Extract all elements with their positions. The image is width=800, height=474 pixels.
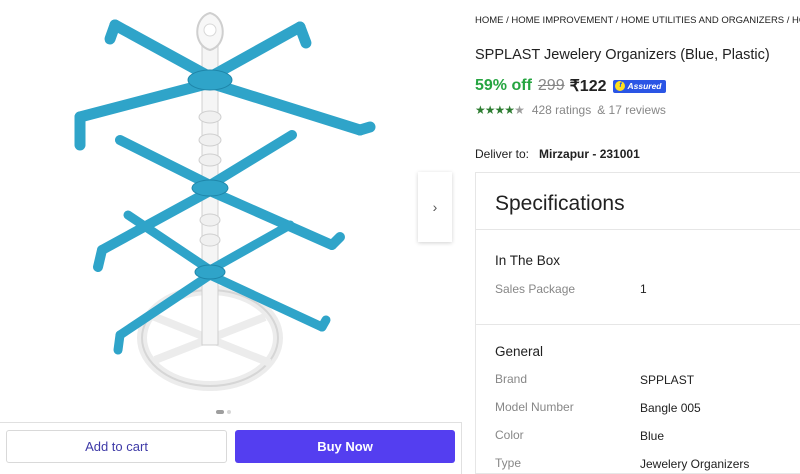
- spec-key: Type: [495, 456, 522, 470]
- spec-key: Model Number: [495, 400, 574, 414]
- delivery-location: Mirzapur - 231001: [539, 147, 640, 161]
- rating-row[interactable]: ★★★★★ 428 ratings & 17 reviews: [475, 103, 666, 117]
- buy-now-button[interactable]: Buy Now: [235, 430, 455, 463]
- reviews-count: & 17 reviews: [597, 103, 666, 117]
- spec-value: Bangle 005: [640, 401, 701, 415]
- selling-price: ₹122: [569, 78, 607, 95]
- add-to-cart-button[interactable]: Add to cart: [6, 430, 227, 463]
- spec-key: Color: [495, 428, 524, 442]
- star-icon: ★: [484, 103, 496, 117]
- product-gallery: › Add to cart Buy Now: [0, 0, 462, 474]
- carousel-dot[interactable]: [227, 410, 231, 414]
- specifications-card: Specifications In The Box Sales Package …: [475, 172, 800, 474]
- product-details: HOME / HOME IMPROVEMENT / HOME UTILITIES…: [475, 0, 800, 474]
- divider: [476, 324, 800, 325]
- price-row: 59% off 299 ₹122 f Assured: [475, 76, 666, 96]
- spec-key: Brand: [495, 372, 528, 386]
- chevron-right-icon: ›: [432, 199, 438, 215]
- spec-key: Sales Package: [495, 282, 576, 296]
- next-image-button[interactable]: ›: [418, 172, 452, 242]
- spec-value: Blue: [640, 429, 665, 443]
- spec-value: Jewelery Organizers: [640, 457, 750, 471]
- action-bar: Add to cart Buy Now: [0, 422, 462, 474]
- assured-icon: f: [615, 81, 626, 91]
- breadcrumb[interactable]: HOME / HOME IMPROVEMENT / HOME UTILITIES…: [475, 15, 800, 26]
- specifications-heading: Specifications: [495, 192, 625, 215]
- star-icon: ★: [475, 103, 486, 117]
- star-icon: ★: [504, 103, 515, 117]
- star-rating: ★★★★★: [475, 103, 525, 117]
- assured-badge: f Assured: [613, 79, 666, 93]
- spec-section-title: General: [495, 344, 544, 359]
- original-price: 299: [537, 77, 565, 94]
- carousel-dot[interactable]: [216, 410, 224, 414]
- divider: [476, 229, 800, 230]
- spec-value: SPPLAST: [640, 373, 695, 387]
- assured-label: Assured: [627, 81, 662, 91]
- half-star-icon: ★: [514, 103, 525, 117]
- product-title: SPPLAST Jewelery Organizers (Blue, Plast…: [475, 47, 770, 63]
- deliver-label: Deliver to:: [475, 147, 530, 161]
- discount-percent: 59% off: [475, 77, 532, 94]
- carousel-dots: [216, 410, 231, 414]
- spec-section-title: In The Box: [495, 253, 561, 268]
- product-image[interactable]: [60, 5, 380, 405]
- delivery-info[interactable]: Deliver to: Mirzapur - 231001: [475, 147, 640, 161]
- spec-value: 1: [640, 282, 647, 296]
- star-icon: ★: [494, 103, 506, 117]
- ratings-count: 428 ratings: [531, 103, 592, 117]
